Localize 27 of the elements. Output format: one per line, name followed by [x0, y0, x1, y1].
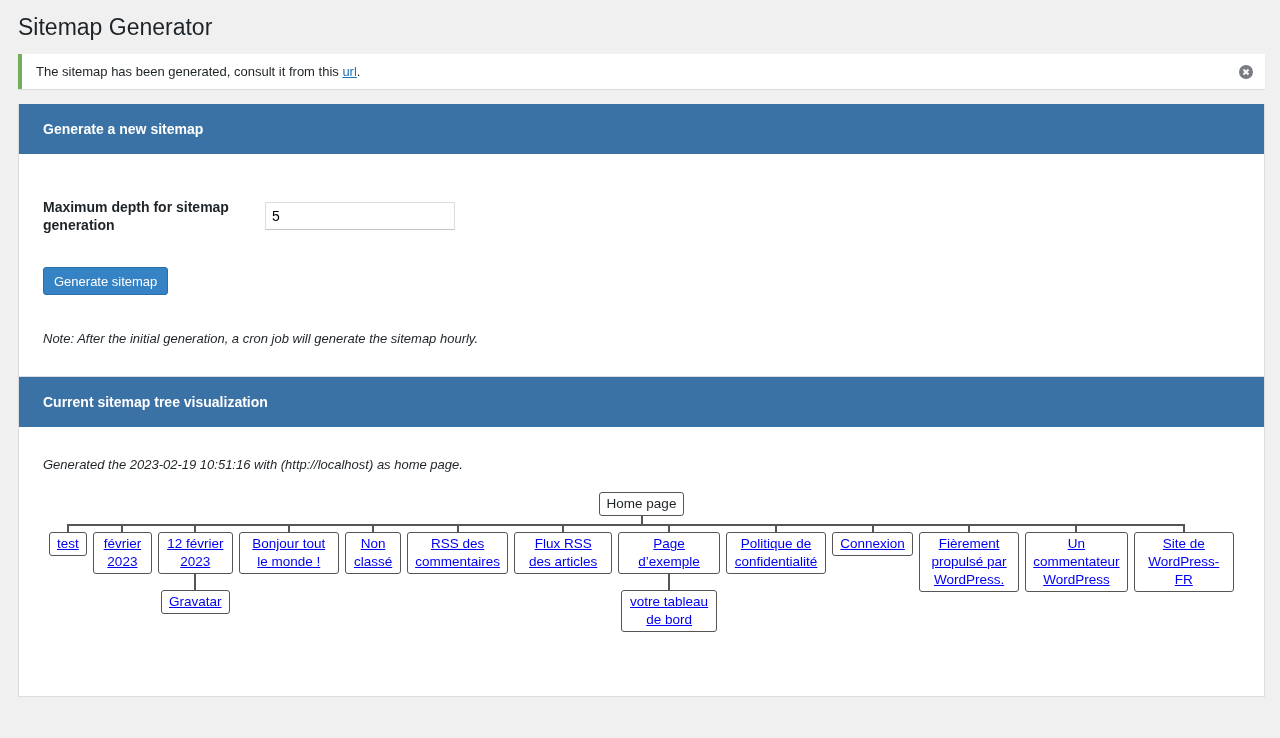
tree-node-link[interactable]: Connexion	[832, 532, 913, 556]
tree-node-link[interactable]: Flux RSS des articles	[513, 532, 613, 574]
notice-text: The sitemap has been generated, consult it from this url.	[36, 64, 361, 79]
tree-node-link[interactable]: 12 février 2023	[158, 532, 233, 574]
panel-header: Generate a new sitemap	[19, 104, 1264, 154]
tree-node-link[interactable]: Bonjour tout le monde !	[238, 532, 339, 574]
depth-input-field[interactable]: 5	[265, 202, 455, 230]
page-title: Sitemap Generator	[18, 13, 214, 42]
tree-node-link[interactable]: Non classé	[344, 532, 402, 574]
url-link[interactable]: url	[342, 64, 357, 79]
tree-node-link[interactable]: Un commentateur WordPress	[1025, 532, 1128, 592]
generate-sitemap-button[interactable]: Generate sitemap	[43, 267, 169, 295]
depth-label: Maximum depth for sitemap generation	[43, 198, 230, 234]
close-icon[interactable]	[1239, 64, 1253, 79]
cron-note: Note: After the initial generation, a cron job will generate the sitemap hourly.	[43, 331, 480, 346]
tree-node-link[interactable]: test	[49, 532, 87, 556]
panel-header: Current sitemap tree visualization	[19, 377, 1264, 427]
tree-node-link[interactable]: Site de WordPress-FR	[1133, 532, 1234, 592]
tree-node-link[interactable]: Fièrement propulsé par WordPress.	[918, 532, 1020, 592]
tree-node-link[interactable]: février 2023	[92, 532, 152, 574]
tree-node-link[interactable]: votre tableau de bord	[621, 590, 717, 632]
tree-node: Home page	[598, 492, 685, 516]
generated-info: Generated the 2023-02-19 10:51:16 with (http://localhost) as home page.	[43, 457, 464, 472]
tree-node-link[interactable]: RSS des commentaires	[407, 532, 508, 574]
tree-node-link[interactable]: Page d’exemple	[618, 532, 720, 574]
tree-node-link[interactable]: Gravatar	[161, 590, 230, 614]
tree-node-link[interactable]: Politique de confidentialité	[725, 532, 827, 574]
